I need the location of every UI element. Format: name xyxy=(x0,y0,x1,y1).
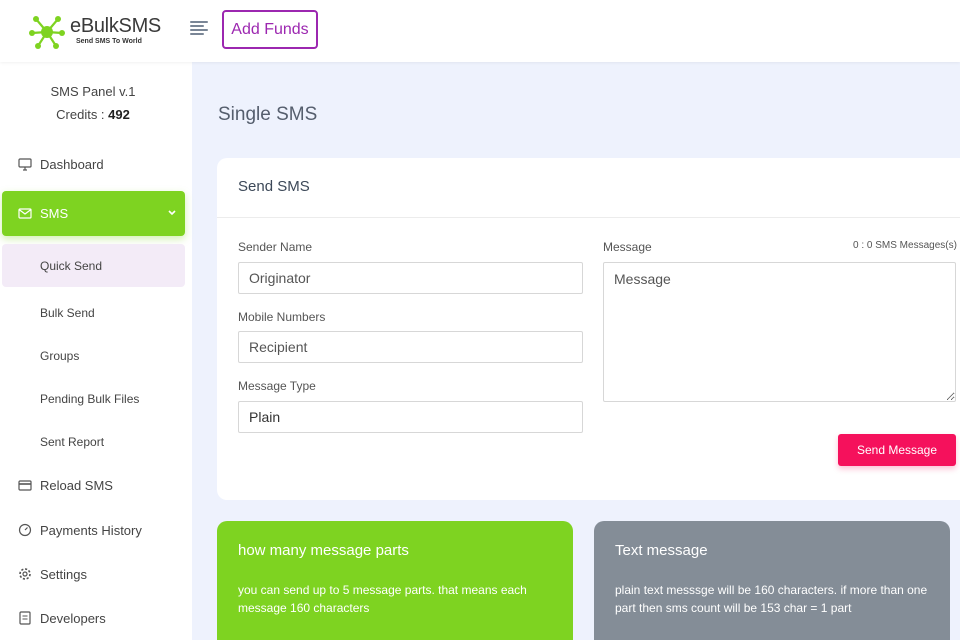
card-icon xyxy=(18,478,32,492)
sidebar-subitem-pending-bulk-files[interactable]: Pending Bulk Files xyxy=(0,381,192,417)
send-message-button[interactable]: Send Message xyxy=(838,434,956,466)
sidebar-item-label: Payments History xyxy=(40,522,142,538)
sidebar-item-label: Dashboard xyxy=(40,156,104,172)
credits-display: Credits : 492 xyxy=(0,107,186,122)
monitor-icon xyxy=(18,157,32,171)
info-card-title: how many message parts xyxy=(238,542,409,559)
info-card-text-message: Text message plain text messsge will be … xyxy=(594,521,950,640)
message-type-label: Message Type xyxy=(238,379,316,393)
sidebar-item-sms[interactable]: SMS xyxy=(2,191,185,236)
sender-name-label: Sender Name xyxy=(238,240,313,254)
send-sms-card: Send SMS Sender Name Mobile Numbers Mess… xyxy=(217,158,960,500)
sidebar-item-payments-history[interactable]: Payments History xyxy=(0,512,192,548)
credits-label: Credits : xyxy=(56,107,109,122)
sender-name-input[interactable] xyxy=(238,262,583,294)
mobile-numbers-input[interactable] xyxy=(238,331,583,363)
panel-name: SMS Panel v.1 xyxy=(50,84,136,99)
sidebar-subitem-groups[interactable]: Groups xyxy=(0,338,192,374)
message-count: 0 : 0 SMS Messages(s) xyxy=(853,240,957,251)
sidebar-item-label: Developers xyxy=(40,610,106,626)
brand-name: eBulkSMS xyxy=(70,15,161,37)
gauge-icon xyxy=(18,523,32,537)
sidebar-subitem-quick-send[interactable]: Quick Send xyxy=(2,244,185,287)
mail-icon xyxy=(18,207,32,221)
info-card-title: Text message xyxy=(615,542,708,559)
document-icon xyxy=(18,611,32,625)
sidebar-subitem-label: Groups xyxy=(40,349,80,363)
message-type-select[interactable] xyxy=(238,401,583,433)
network-logo-icon xyxy=(29,16,65,49)
sidebar-item-settings[interactable]: Settings xyxy=(0,556,192,592)
info-card-message-parts: how many message parts you can send up t… xyxy=(217,521,573,640)
sidebar-subitem-label: Sent Report xyxy=(40,435,105,449)
add-funds-button[interactable]: Add Funds xyxy=(222,10,318,49)
page-title: Single SMS xyxy=(218,104,318,125)
top-bar: eBulkSMS Send SMS To World Add Funds xyxy=(0,0,960,62)
divider xyxy=(217,217,960,218)
info-card-body: you can send up to 5 message parts. that… xyxy=(238,583,527,615)
sidebar-subitem-label: Quick Send xyxy=(40,258,103,273)
sidebar-item-developers[interactable]: Developers xyxy=(0,600,192,636)
mobile-numbers-label: Mobile Numbers xyxy=(238,310,326,324)
sidebar-item-reload-sms[interactable]: Reload SMS xyxy=(0,467,192,503)
sidebar-item-label: Reload SMS xyxy=(40,477,113,493)
sidebar-subitem-label: Pending Bulk Files xyxy=(40,392,140,406)
chevron-down-icon xyxy=(167,205,177,220)
sidebar-subitem-sent-report[interactable]: Sent Report xyxy=(0,424,192,460)
sidebar-item-label: SMS xyxy=(40,206,69,221)
gear-icon xyxy=(18,567,32,581)
info-card-body: plain text messsge will be 160 character… xyxy=(615,583,928,615)
brand-tagline: Send SMS To World xyxy=(76,38,142,45)
brand-logo[interactable]: eBulkSMS Send SMS To World xyxy=(28,12,161,52)
sidebar: SMS Panel v.1 Credits : 492 Dashboard SM… xyxy=(0,62,192,640)
sidebar-item-dashboard[interactable]: Dashboard xyxy=(0,146,192,182)
sidebar-item-label: Settings xyxy=(40,566,87,582)
hamburger-menu-icon[interactable] xyxy=(190,20,208,36)
sidebar-subitem-label: Bulk Send xyxy=(40,306,95,320)
message-textarea[interactable] xyxy=(603,262,956,402)
message-label: Message xyxy=(603,240,652,254)
credits-value: 492 xyxy=(108,107,130,122)
card-title: Send SMS xyxy=(238,178,310,195)
sidebar-subitem-bulk-send[interactable]: Bulk Send xyxy=(0,295,192,331)
